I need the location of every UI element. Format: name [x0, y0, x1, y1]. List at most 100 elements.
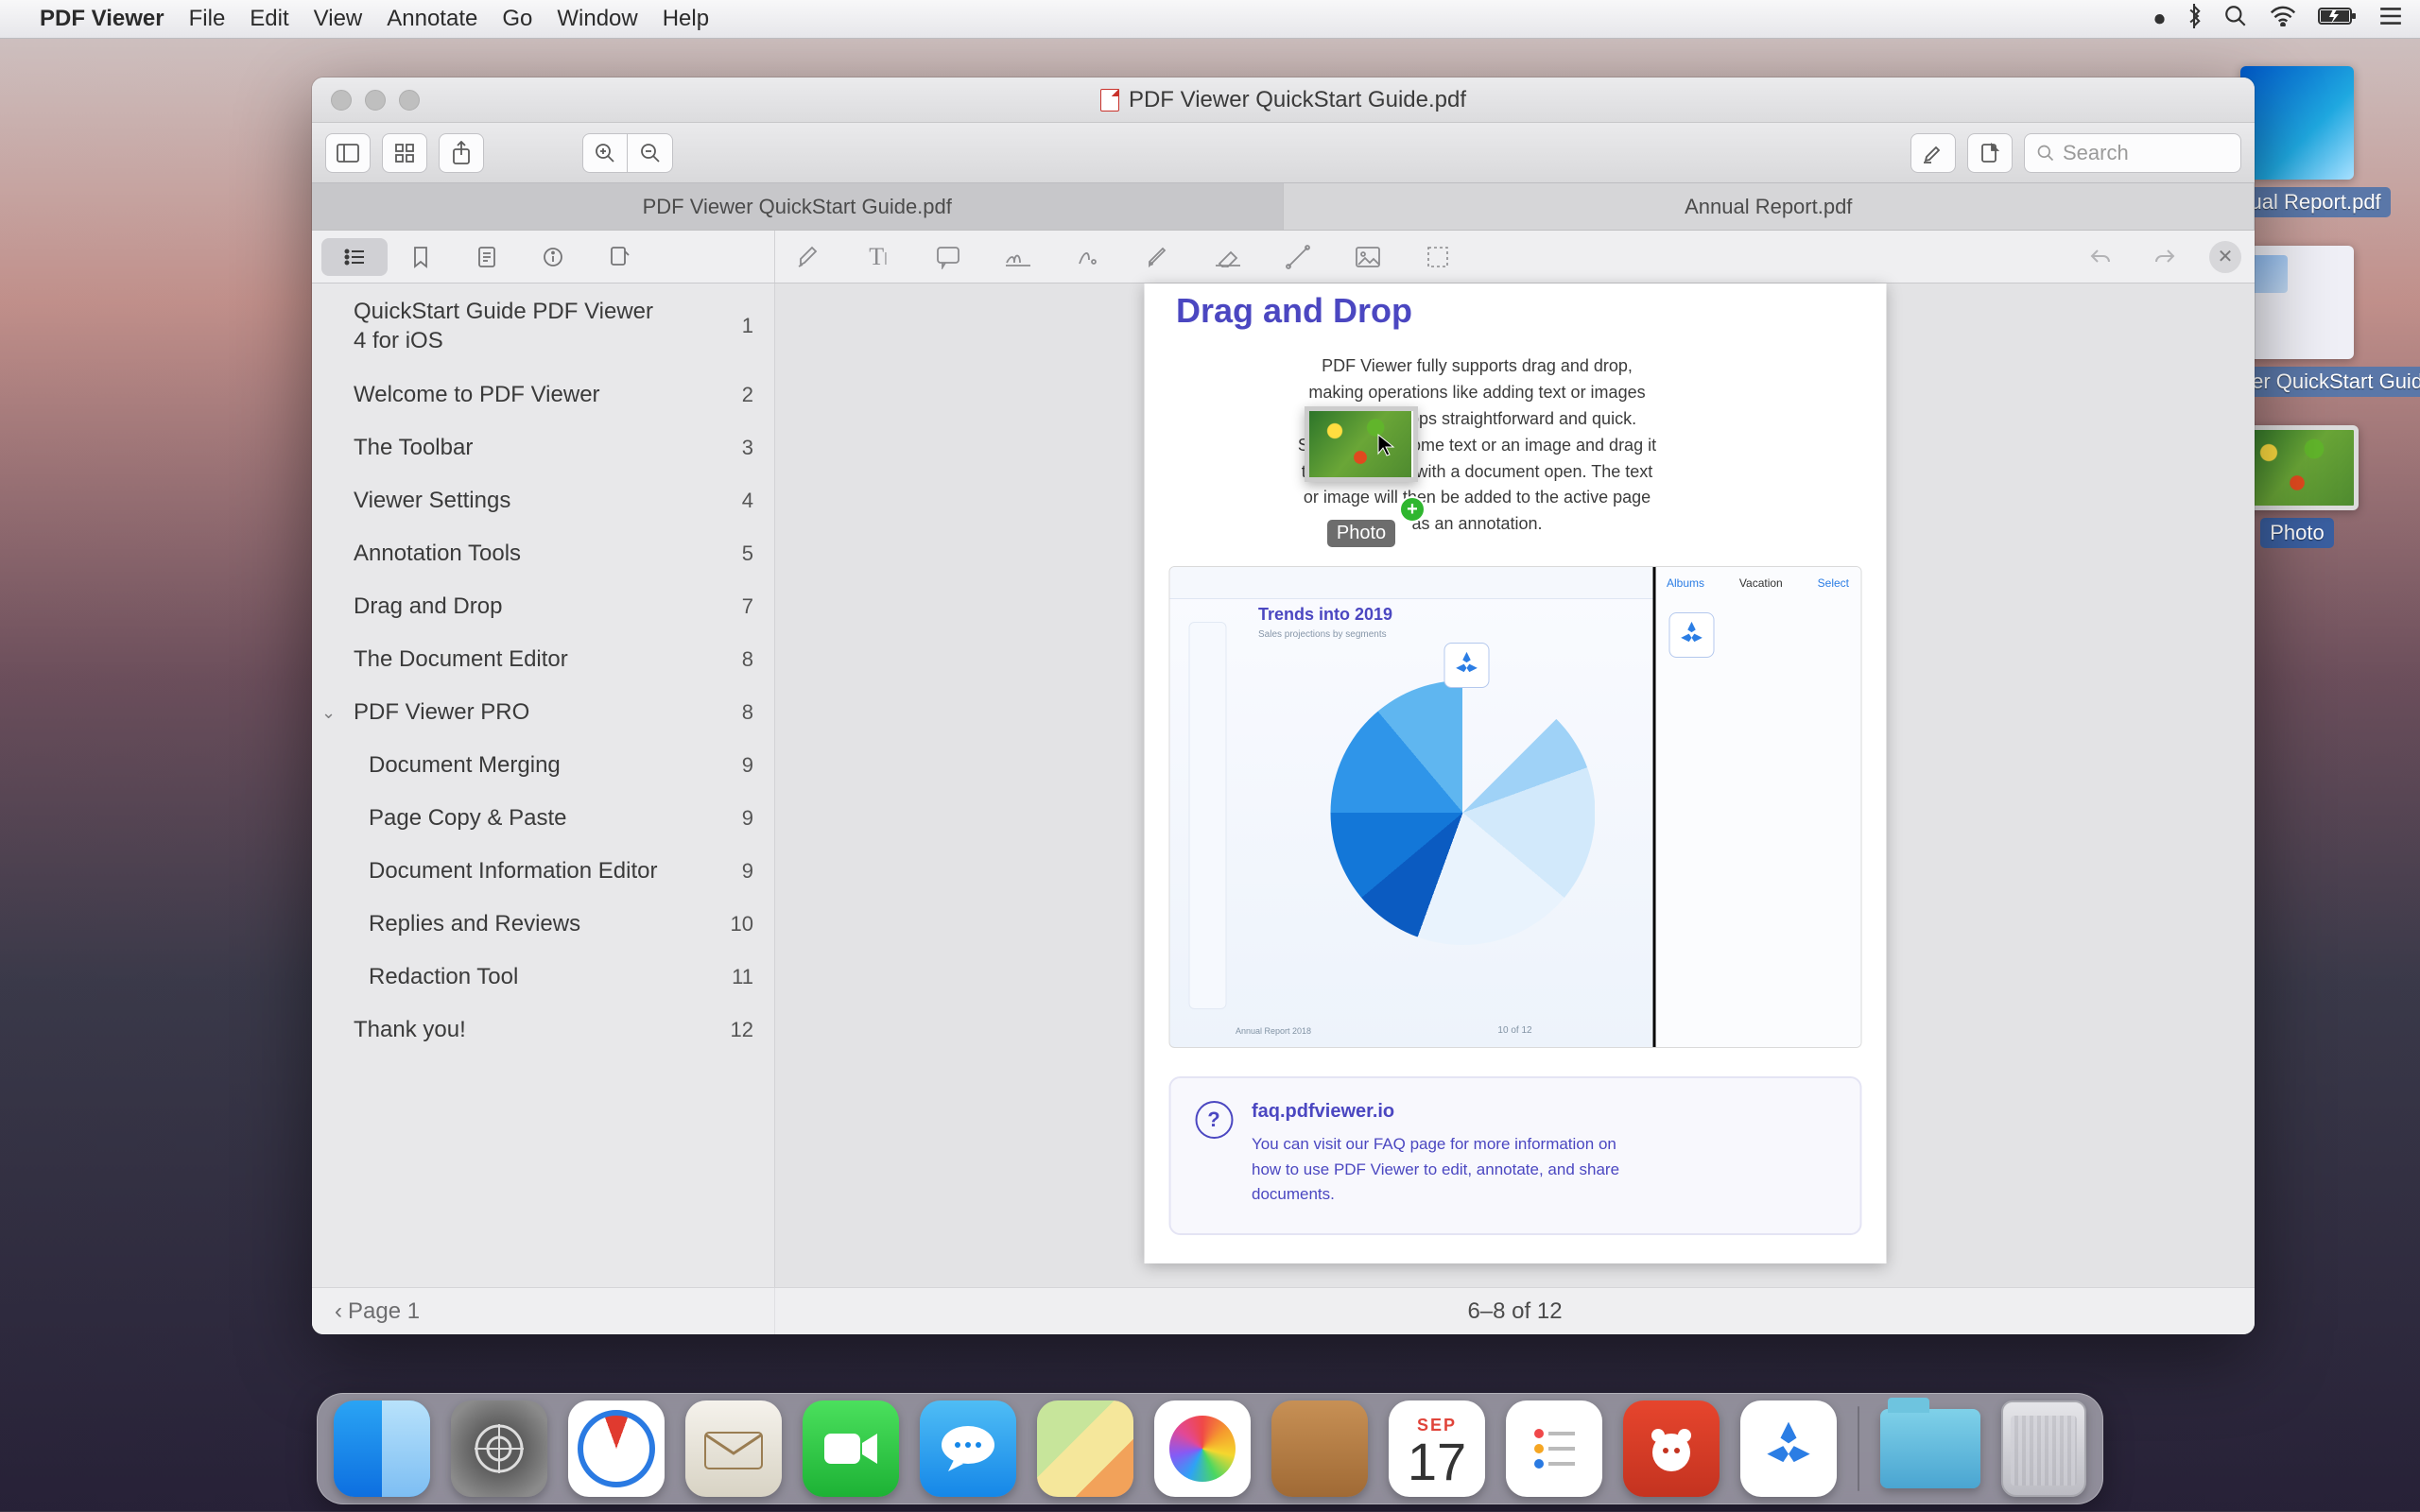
menu-edit[interactable]: Edit [250, 6, 288, 32]
dock-finder[interactable] [334, 1400, 430, 1497]
embedded-title: Trends into 2019 [1258, 605, 1392, 625]
dock-bear[interactable] [1623, 1400, 1720, 1497]
thumbnails-button[interactable] [382, 133, 427, 173]
chevron-down-icon[interactable]: ⌄ [321, 703, 336, 723]
note-tool-icon[interactable] [928, 237, 968, 277]
chevron-left-icon: ‹ [335, 1298, 342, 1325]
add-badge-icon: + [1399, 496, 1426, 523]
wifi-icon[interactable] [2269, 6, 2297, 32]
dock-reminders[interactable] [1506, 1400, 1602, 1497]
highlight-mode-button[interactable] [1910, 133, 1956, 173]
dock-messages[interactable] [920, 1400, 1016, 1497]
screen-record-icon[interactable]: ⏺ [2154, 7, 2165, 31]
dragged-image-icon [1305, 406, 1418, 482]
dock-photos[interactable] [1154, 1400, 1251, 1497]
dock-contacts[interactable] [1271, 1400, 1368, 1497]
menu-help[interactable]: Help [663, 6, 709, 32]
tab-quickstart[interactable]: PDF Viewer QuickStart Guide.pdf [312, 183, 1284, 230]
embedded-page-indicator: 10 of 12 [1497, 1025, 1531, 1036]
outline-item[interactable]: Viewer Settings4 [312, 474, 774, 527]
close-window-button[interactable] [331, 90, 352, 111]
outline-item[interactable]: QuickStart Guide PDF Viewer 4 for iOS1 [312, 284, 774, 369]
dock: SEP17 [317, 1393, 2103, 1504]
dock-facetime[interactable] [803, 1400, 899, 1497]
dock-safari[interactable] [568, 1400, 665, 1497]
outline-item[interactable]: The Document Editor8 [312, 633, 774, 686]
albums-select: Select [1818, 576, 1849, 590]
signature-tool-icon[interactable] [998, 237, 1038, 277]
pdf-file-icon [2240, 246, 2354, 359]
dock-trash[interactable] [2001, 1400, 2086, 1497]
eraser-tool-icon[interactable] [1208, 237, 1248, 277]
pen-tool-icon[interactable] [1138, 237, 1178, 277]
outline-item[interactable]: Page Copy & Paste9 [312, 792, 774, 845]
minimize-window-button[interactable] [365, 90, 386, 111]
zoom-out-button[interactable] [628, 133, 673, 173]
dock-downloads-folder[interactable] [1880, 1409, 1980, 1488]
dock-maps[interactable] [1037, 1400, 1133, 1497]
ink-tool-icon[interactable] [1068, 237, 1108, 277]
dock-calendar[interactable]: SEP17 [1389, 1400, 1485, 1497]
secondary-toolbar: T| ✕ [312, 231, 2255, 284]
page-indicator: 6–8 of 12 [775, 1298, 2255, 1325]
faq-text: You can visit our FAQ page for more info… [1252, 1132, 1649, 1207]
menu-window[interactable]: Window [557, 6, 637, 32]
selection-tool-icon[interactable] [1418, 237, 1458, 277]
outline-item[interactable]: Document Information Editor9 [312, 845, 774, 898]
dock-launchpad[interactable] [451, 1400, 547, 1497]
menu-annotate[interactable]: Annotate [387, 6, 477, 32]
edit-mode-button[interactable] [1967, 133, 2013, 173]
attachments-tab-icon[interactable] [586, 238, 652, 276]
outline-item[interactable]: Annotation Tools5 [312, 527, 774, 580]
toggle-sidebar-button[interactable] [325, 133, 371, 173]
embedded-screenshot: Trends into 2019 Sales projections by se… [1168, 566, 1861, 1048]
dock-separator [1858, 1406, 1859, 1491]
image-tool-icon[interactable] [1348, 237, 1388, 277]
faq-link[interactable]: faq.pdfviewer.io [1252, 1101, 1394, 1122]
close-annotation-toolbar-button[interactable]: ✕ [2209, 241, 2241, 273]
outline-item-expandable[interactable]: ⌄PDF Viewer PRO8 [312, 686, 774, 739]
dock-mail[interactable] [685, 1400, 782, 1497]
text-tool-icon[interactable]: T| [858, 237, 898, 277]
zoom-window-button[interactable] [399, 90, 420, 111]
line-tool-icon[interactable] [1278, 237, 1318, 277]
search-field[interactable]: Search [2024, 133, 2241, 173]
share-button[interactable] [439, 133, 484, 173]
highlighter-tool-icon[interactable] [788, 237, 828, 277]
undo-button[interactable] [2081, 237, 2120, 277]
outline-item[interactable]: Drag and Drop7 [312, 580, 774, 633]
bookmarks-tab-icon[interactable] [388, 238, 454, 276]
outline-sidebar[interactable]: QuickStart Guide PDF Viewer 4 for iOS1 W… [312, 284, 775, 1287]
outline-item[interactable]: Replies and Reviews10 [312, 898, 774, 951]
redo-button[interactable] [2145, 237, 2185, 277]
document-tabs: PDF Viewer QuickStart Guide.pdf Annual R… [312, 183, 2255, 231]
outline-item[interactable]: Welcome to PDF Viewer2 [312, 369, 774, 421]
search-icon [2036, 144, 2055, 163]
info-tab-icon[interactable] [520, 238, 586, 276]
notification-center-icon[interactable] [2378, 6, 2403, 32]
annotations-tab-icon[interactable] [454, 238, 520, 276]
bluetooth-icon[interactable] [2186, 4, 2203, 34]
zoom-in-button[interactable] [582, 133, 628, 173]
tab-annual-report[interactable]: Annual Report.pdf [1284, 183, 2256, 230]
outline-item[interactable]: The Toolbar3 [312, 421, 774, 474]
app-menu[interactable]: PDF Viewer [40, 6, 164, 32]
battery-icon[interactable] [2318, 6, 2358, 32]
menu-view[interactable]: View [314, 6, 363, 32]
document-viewer[interactable]: Drag and Drop PDF Viewer fully supports … [775, 284, 2255, 1287]
chat-question-icon: ? [1195, 1101, 1233, 1139]
sidebar-mode-switcher [312, 231, 775, 283]
outline-item[interactable]: Document Merging9 [312, 739, 774, 792]
outline-item[interactable]: Redaction Tool11 [312, 951, 774, 1004]
outline-item[interactable]: Thank you!12 [312, 1004, 774, 1057]
window-titlebar[interactable]: PDF Viewer QuickStart Guide.pdf [312, 77, 2255, 123]
page-left-label: Page 1 [348, 1298, 420, 1325]
section-heading: Drag and Drop [1144, 284, 1886, 353]
drag-overlay[interactable]: + Photo [1305, 406, 1418, 547]
menu-file[interactable]: File [189, 6, 226, 32]
menu-go[interactable]: Go [502, 6, 532, 32]
spotlight-icon[interactable] [2223, 4, 2248, 34]
outline-tab-icon[interactable] [321, 238, 388, 276]
dock-pdfviewer[interactable] [1740, 1400, 1837, 1497]
page-back-control[interactable]: ‹ Page 1 [312, 1288, 775, 1334]
